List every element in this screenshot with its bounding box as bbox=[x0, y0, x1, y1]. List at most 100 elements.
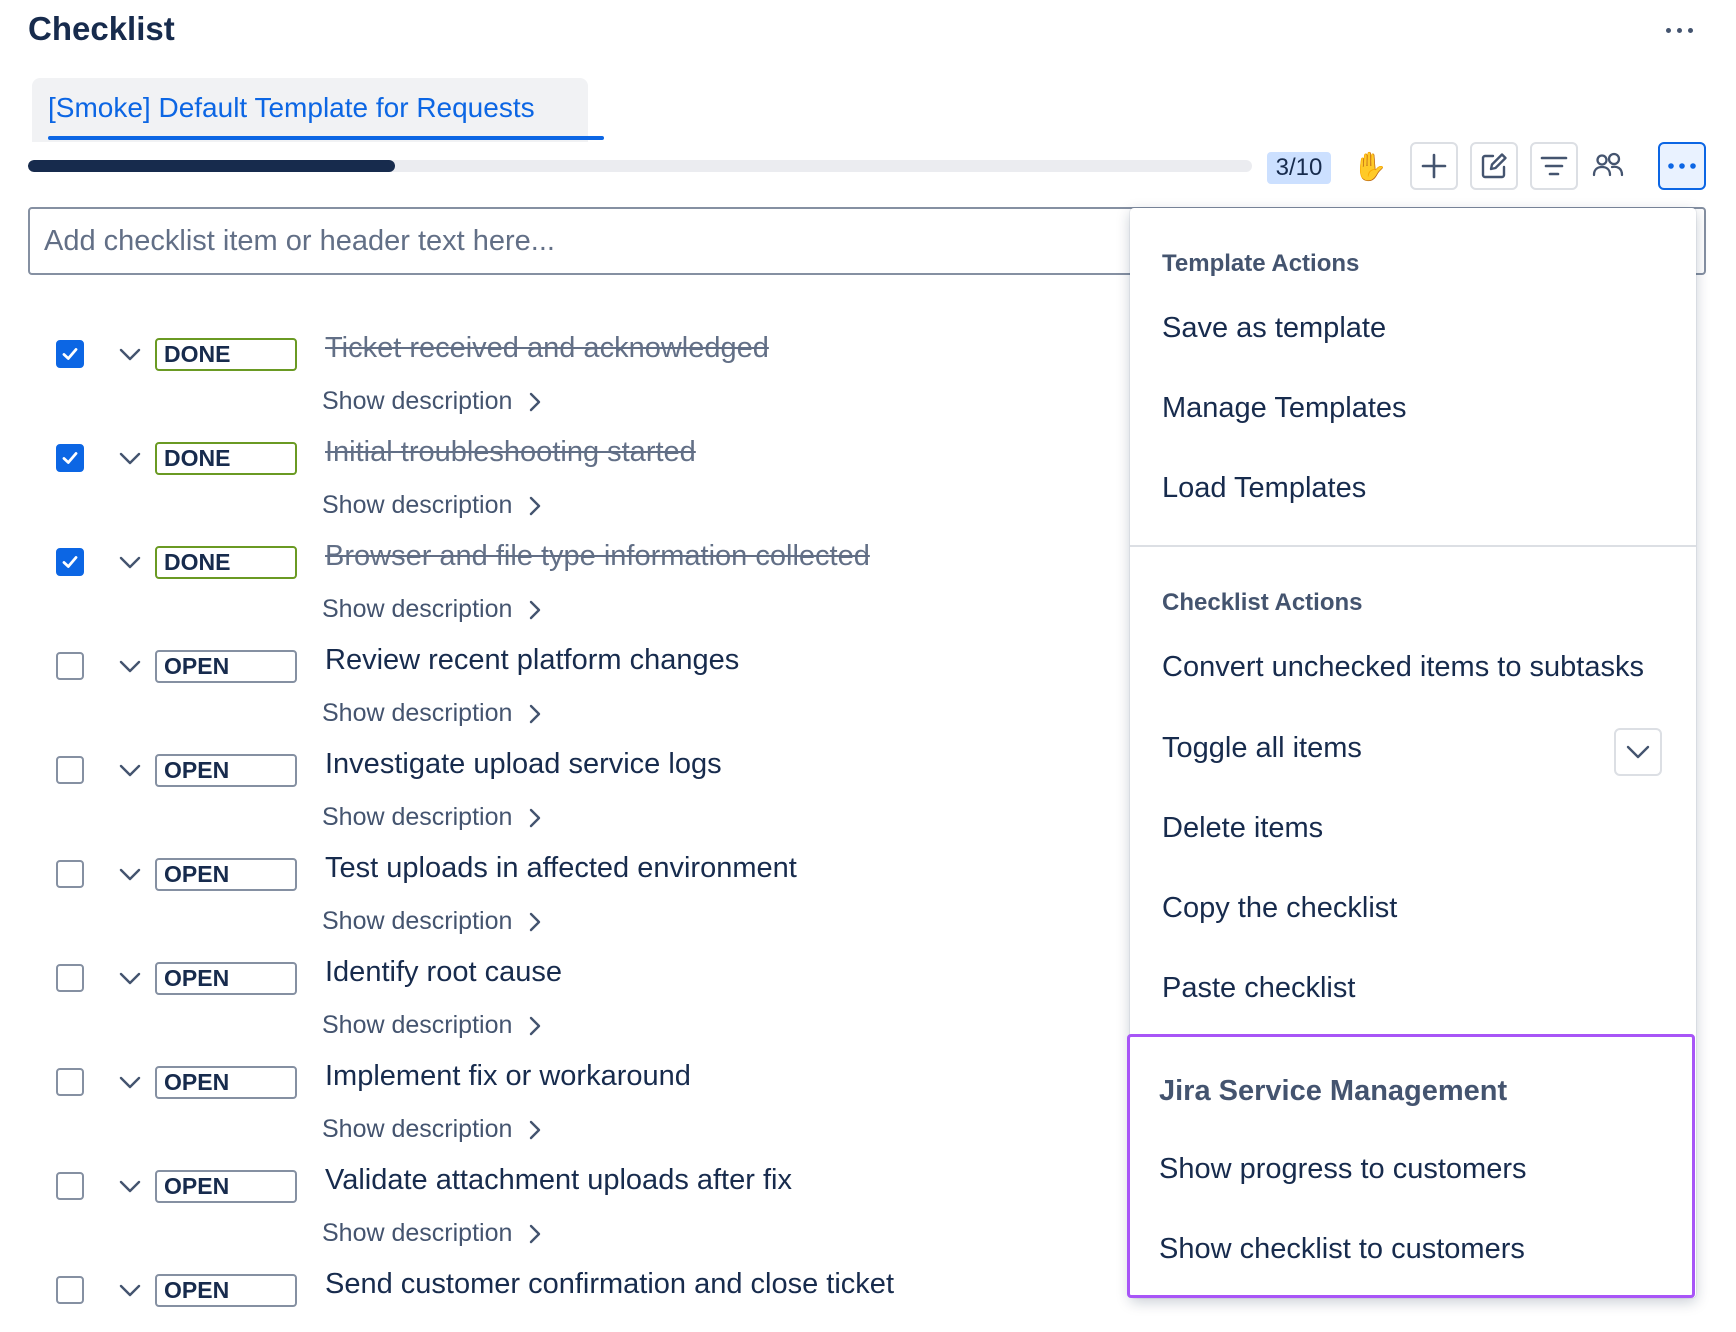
show-description-link[interactable]: Show description bbox=[322, 595, 542, 624]
toggle-all-items-item[interactable]: Toggle all items bbox=[1162, 732, 1362, 765]
status-badge[interactable]: OPEN bbox=[155, 1066, 297, 1099]
show-description-link[interactable]: Show description bbox=[322, 491, 542, 520]
show-description-label: Show description bbox=[322, 491, 513, 519]
item-checkbox[interactable] bbox=[56, 756, 84, 784]
chevron-down-icon[interactable] bbox=[117, 1280, 143, 1300]
item-checkbox[interactable] bbox=[56, 652, 84, 680]
chevron-down-icon[interactable] bbox=[117, 344, 143, 364]
show-description-link[interactable]: Show description bbox=[322, 1115, 542, 1144]
convert-to-subtasks-item[interactable]: Convert unchecked items to subtasks bbox=[1162, 651, 1644, 684]
item-checkbox[interactable] bbox=[56, 860, 84, 888]
item-text[interactable]: Identify root cause bbox=[325, 956, 562, 989]
status-badge[interactable]: OPEN bbox=[155, 858, 297, 891]
show-progress-to-customers-item[interactable]: Show progress to customers bbox=[1159, 1153, 1526, 1186]
status-badge[interactable]: DONE bbox=[155, 442, 297, 475]
item-checkbox[interactable] bbox=[56, 548, 84, 576]
item-text[interactable]: Browser and file type information collec… bbox=[325, 540, 870, 573]
chevron-down-icon bbox=[1626, 745, 1650, 759]
chevron-right-icon bbox=[530, 704, 541, 723]
show-description-link[interactable]: Show description bbox=[322, 1219, 542, 1248]
progress-count-badge: 3/10 bbox=[1267, 152, 1331, 184]
more-actions-menu: Template Actions Save as template Manage… bbox=[1127, 208, 1696, 1298]
jsm-section-highlight: Jira Service Management Show progress to… bbox=[1127, 1034, 1695, 1298]
edit-icon bbox=[1481, 153, 1507, 179]
save-as-template-item[interactable]: Save as template bbox=[1162, 312, 1386, 345]
checklist-item: OPEN Implement fix or workaround Show de… bbox=[0, 1054, 1130, 1158]
show-description-link[interactable]: Show description bbox=[322, 387, 542, 416]
show-description-label: Show description bbox=[322, 1011, 513, 1039]
status-badge[interactable]: OPEN bbox=[155, 754, 297, 787]
filter-button[interactable] bbox=[1530, 142, 1578, 190]
chevron-down-icon[interactable] bbox=[117, 1176, 143, 1196]
progress-bar bbox=[28, 160, 1252, 172]
checklist-item: DONE Initial troubleshooting started Sho… bbox=[0, 430, 1130, 534]
chevron-down-icon[interactable] bbox=[117, 760, 143, 780]
show-description-link[interactable]: Show description bbox=[322, 1011, 542, 1040]
item-text[interactable]: Initial troubleshooting started bbox=[325, 436, 696, 469]
item-checkbox[interactable] bbox=[56, 1276, 84, 1304]
delete-items-item[interactable]: Delete items bbox=[1162, 812, 1323, 845]
status-badge[interactable]: OPEN bbox=[155, 1274, 297, 1307]
item-text[interactable]: Ticket received and acknowledged bbox=[325, 332, 769, 365]
checklist-item: OPEN Validate attachment uploads after f… bbox=[0, 1158, 1130, 1262]
show-description-link[interactable]: Show description bbox=[322, 907, 542, 936]
panel-more-button[interactable] bbox=[1658, 12, 1700, 48]
show-description-label: Show description bbox=[322, 907, 513, 935]
more-dot bbox=[1687, 27, 1693, 33]
tab-active-underline bbox=[48, 136, 604, 140]
copy-checklist-item[interactable]: Copy the checklist bbox=[1162, 892, 1397, 925]
more-icon bbox=[1668, 163, 1696, 169]
manage-templates-item[interactable]: Manage Templates bbox=[1162, 392, 1407, 425]
show-checklist-to-customers-item[interactable]: Show checklist to customers bbox=[1159, 1233, 1525, 1266]
checklist-panel: Checklist [Smoke] Default Template for R… bbox=[0, 0, 1736, 1332]
show-description-label: Show description bbox=[322, 595, 513, 623]
show-description-link[interactable]: Show description bbox=[322, 803, 542, 832]
template-actions-heading: Template Actions bbox=[1162, 250, 1360, 277]
chevron-right-icon bbox=[530, 912, 541, 931]
raised-hand-emoji-icon: ✋ bbox=[1352, 149, 1388, 183]
chevron-down-icon[interactable] bbox=[117, 552, 143, 572]
status-badge[interactable]: OPEN bbox=[155, 1170, 297, 1203]
item-checkbox[interactable] bbox=[56, 964, 84, 992]
checkmark-icon bbox=[62, 556, 78, 568]
item-checkbox[interactable] bbox=[56, 340, 84, 368]
plus-icon bbox=[1421, 153, 1447, 179]
people-icon bbox=[1592, 152, 1624, 177]
item-text[interactable]: Test uploads in affected environment bbox=[325, 852, 797, 885]
load-templates-item[interactable]: Load Templates bbox=[1162, 472, 1366, 505]
checklist-item: OPEN Send customer confirmation and clos… bbox=[0, 1262, 1130, 1322]
raise-hand-button[interactable]: ✋ bbox=[1346, 142, 1394, 190]
checklist-item: OPEN Identify root cause Show descriptio… bbox=[0, 950, 1130, 1054]
tab-label: [Smoke] Default Template for Requests bbox=[48, 92, 535, 123]
status-badge[interactable]: DONE bbox=[155, 338, 297, 371]
tab-template[interactable]: [Smoke] Default Template for Requests bbox=[32, 78, 604, 142]
checklist-item: OPEN Investigate upload service logs Sho… bbox=[0, 742, 1130, 846]
chevron-down-icon[interactable] bbox=[117, 864, 143, 884]
add-item-button[interactable] bbox=[1410, 142, 1458, 190]
item-text[interactable]: Investigate upload service logs bbox=[325, 748, 722, 781]
item-checkbox[interactable] bbox=[56, 1172, 84, 1200]
chevron-down-icon[interactable] bbox=[117, 968, 143, 988]
status-badge[interactable]: DONE bbox=[155, 546, 297, 579]
chevron-down-icon[interactable] bbox=[117, 1072, 143, 1092]
chevron-down-icon[interactable] bbox=[117, 448, 143, 468]
show-description-label: Show description bbox=[322, 387, 513, 415]
more-dot bbox=[1676, 27, 1682, 33]
item-text[interactable]: Validate attachment uploads after fix bbox=[325, 1164, 792, 1197]
item-checkbox[interactable] bbox=[56, 444, 84, 472]
toggle-all-expand-button[interactable] bbox=[1614, 728, 1662, 776]
paste-checklist-item[interactable]: Paste checklist bbox=[1162, 972, 1355, 1005]
edit-button[interactable] bbox=[1470, 142, 1518, 190]
item-text[interactable]: Send customer confirmation and close tic… bbox=[325, 1268, 894, 1301]
assignees-button[interactable] bbox=[1584, 142, 1632, 190]
chevron-down-icon[interactable] bbox=[117, 656, 143, 676]
status-badge[interactable]: OPEN bbox=[155, 650, 297, 683]
page-title: Checklist bbox=[28, 10, 175, 47]
item-checkbox[interactable] bbox=[56, 1068, 84, 1096]
show-description-label: Show description bbox=[322, 1115, 513, 1143]
item-text[interactable]: Implement fix or workaround bbox=[325, 1060, 691, 1093]
status-badge[interactable]: OPEN bbox=[155, 962, 297, 995]
more-actions-button[interactable] bbox=[1658, 142, 1706, 190]
item-text[interactable]: Review recent platform changes bbox=[325, 644, 739, 677]
show-description-link[interactable]: Show description bbox=[322, 699, 542, 728]
